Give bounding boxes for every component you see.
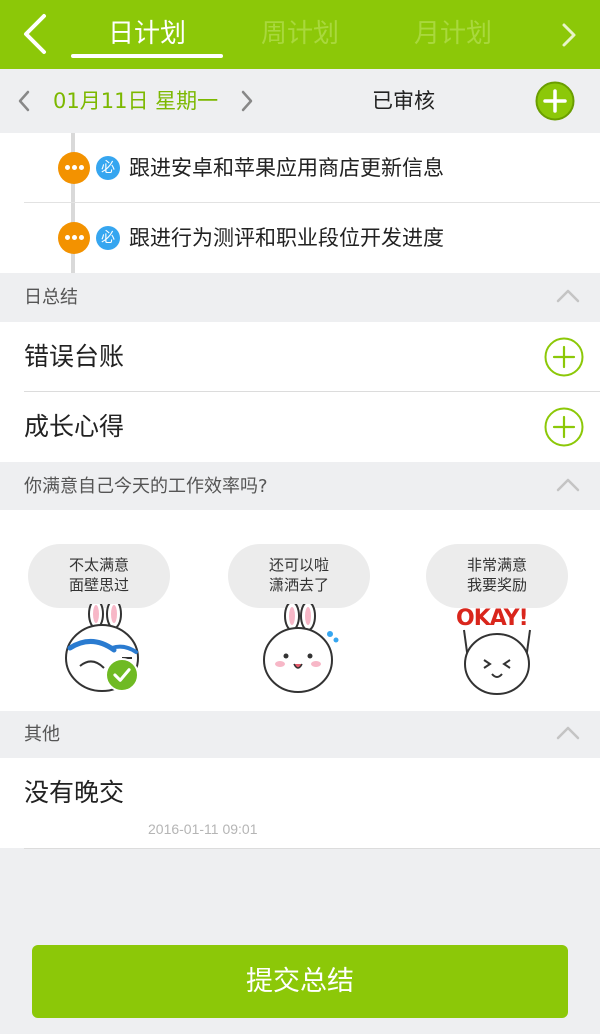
satisfaction-option-unsatisfied[interactable]: 不太满意 面壁思过 [22, 536, 182, 696]
tab-weekly-plan[interactable]: 周计划 [224, 14, 376, 54]
section-header-others[interactable]: 其他 [0, 711, 600, 759]
task-item[interactable]: 必 跟进安卓和苹果应用商店更新信息 [0, 133, 600, 203]
more-options-icon[interactable] [58, 222, 90, 254]
happy-bunny-icon [263, 604, 339, 693]
okay-sign: OKAY! [456, 606, 529, 631]
chevron-up-icon[interactable] [556, 725, 580, 741]
option-text-line2: 我要奖励 [466, 576, 527, 594]
satisfaction-option-satisfied[interactable]: 非常满意 我要奖励 OKAY! [418, 536, 578, 696]
add-plan-icon[interactable] [535, 81, 575, 121]
divider [24, 848, 600, 849]
top-nav-bar: 日计划 周计划 月计划 [0, 0, 600, 69]
option-text-line2: 潇洒去了 [268, 576, 329, 594]
more-options-icon[interactable] [58, 152, 90, 184]
task-item[interactable]: 必 跟进行为测评和职业段位开发进度 [0, 203, 600, 273]
chevron-up-icon[interactable] [556, 477, 580, 493]
speech-bubble: 还可以啦 潇洒去了 [228, 544, 370, 608]
section-title: 日总结 [24, 287, 78, 308]
required-badge: 必 [96, 226, 120, 250]
row-label: 错误台账 [24, 342, 125, 371]
others-entry[interactable]: 没有晚交 2016-01-11 09:01 [0, 758, 600, 848]
chevron-up-icon[interactable] [556, 288, 580, 304]
back-icon[interactable] [18, 12, 54, 56]
task-list: 必 跟进安卓和苹果应用商店更新信息 必 跟进行为测评和职业段位开发进度 [0, 133, 600, 273]
submit-summary-button[interactable]: 提交总结 [32, 945, 568, 1018]
option-text-line2: 面壁思过 [68, 576, 129, 594]
prev-day-icon[interactable] [17, 90, 31, 112]
summary-row-error-ledger[interactable]: 错误台账 [0, 322, 600, 392]
row-label: 成长心得 [24, 412, 125, 441]
chevron-right-icon[interactable] [560, 22, 578, 48]
timestamp: 2016-01-11 09:01 [148, 821, 258, 837]
section-header-satisfaction[interactable]: 你满意自己今天的工作效率吗? [0, 463, 600, 511]
option-text-line1: 还可以啦 [268, 556, 329, 574]
active-tab-indicator [71, 54, 223, 58]
task-text: 跟进安卓和苹果应用商店更新信息 [129, 156, 444, 180]
date-bar: 01月11日 星期一 已审核 [0, 69, 600, 133]
tab-monthly-plan[interactable]: 月计划 [377, 14, 529, 54]
checkmark-selected-icon [105, 658, 139, 692]
summary-row-growth-notes[interactable]: 成长心得 [0, 392, 600, 462]
current-date[interactable]: 01月11日 星期一 [53, 85, 218, 117]
required-badge: 必 [96, 156, 120, 180]
plus-circle-icon[interactable] [544, 407, 584, 447]
speech-bubble: 非常满意 我要奖励 [426, 544, 568, 608]
speech-bubble: 不太满意 面壁思过 [28, 544, 170, 608]
satisfaction-option-okay[interactable]: 还可以啦 潇洒去了 [220, 536, 380, 696]
section-title: 你满意自己今天的工作效率吗? [24, 476, 268, 497]
section-header-daily-summary[interactable]: 日总结 [0, 274, 600, 322]
option-text-line1: 非常满意 [466, 556, 527, 574]
tab-daily-plan[interactable]: 日计划 [71, 14, 223, 54]
option-text-line1: 不太满意 [68, 556, 129, 574]
next-day-icon[interactable] [240, 90, 254, 112]
review-status: 已审核 [372, 89, 435, 113]
others-text: 没有晚交 [24, 778, 125, 807]
task-text: 跟进行为测评和职业段位开发进度 [129, 226, 444, 250]
plus-circle-icon[interactable] [544, 337, 584, 377]
section-title: 其他 [24, 724, 60, 745]
satisfaction-options: 不太满意 面壁思过 还可以啦 潇洒去了 非常满意 我要奖励 OKAY! [0, 510, 600, 711]
